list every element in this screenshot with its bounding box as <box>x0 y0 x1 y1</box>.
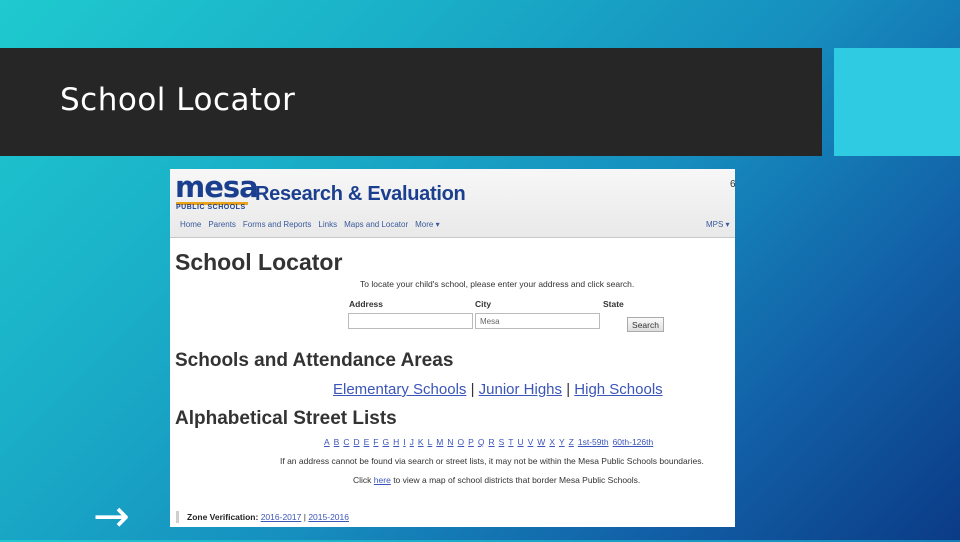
slide-title: School Locator <box>60 82 296 118</box>
letter-link[interactable]: O <box>458 437 465 447</box>
letter-link[interactable]: W <box>537 437 545 447</box>
website-screenshot: mesa PUBLIC SCHOOLS Research & Evaluatio… <box>170 169 735 527</box>
nav-parents[interactable]: Parents <box>208 220 236 229</box>
link-separator: | <box>470 381 475 398</box>
letter-link[interactable]: N <box>447 437 453 447</box>
site-header: mesa PUBLIC SCHOOLS Research & Evaluatio… <box>170 169 735 238</box>
letter-link[interactable]: F <box>373 437 378 447</box>
search-button[interactable]: Search <box>627 317 664 332</box>
letter-link[interactable]: K <box>418 437 424 447</box>
locator-instructions: To locate your child's school, please en… <box>360 279 635 289</box>
letter-link[interactable]: V <box>528 437 534 447</box>
letter-link[interactable]: M <box>436 437 443 447</box>
letter-link[interactable]: I <box>403 437 405 447</box>
junior-highs-link[interactable]: Junior Highs <box>479 381 562 398</box>
letter-link[interactable]: J <box>410 437 414 447</box>
elementary-schools-link[interactable]: Elementary Schools <box>333 381 466 398</box>
letter-link[interactable]: Z <box>569 437 574 447</box>
department-title: Research & Evaluation <box>255 183 466 205</box>
border-map-note: Click here to view a map of school distr… <box>353 475 640 485</box>
letter-link[interactable]: U <box>517 437 523 447</box>
site-nav: Home Parents Forms and Reports Links Map… <box>180 220 440 229</box>
mesa-logo[interactable]: mesa <box>175 172 259 202</box>
nav-forms-and-reports[interactable]: Forms and Reports <box>243 220 311 229</box>
letter-link[interactable]: Q <box>478 437 485 447</box>
here-link[interactable]: here <box>374 475 391 485</box>
address-label: Address <box>349 299 384 309</box>
letter-link[interactable]: R <box>488 437 494 447</box>
letter-link[interactable]: G <box>383 437 390 447</box>
zone-separator: | <box>303 512 306 522</box>
nav-home[interactable]: Home <box>180 220 201 229</box>
letter-link[interactable]: C <box>343 437 349 447</box>
not-found-note: If an address cannot be found via search… <box>280 456 704 466</box>
letter-link[interactable]: A <box>324 437 330 447</box>
letter-link[interactable]: E <box>364 437 370 447</box>
state-label: State <box>603 299 624 309</box>
letter-link[interactable]: D <box>353 437 359 447</box>
locator-heading: School Locator <box>175 249 343 275</box>
letter-link[interactable]: T <box>508 437 513 447</box>
slide-accent-block <box>834 48 960 156</box>
letter-link[interactable]: H <box>393 437 399 447</box>
letter-link[interactable]: P <box>468 437 474 447</box>
logo-subtext: PUBLIC SCHOOLS <box>176 204 246 211</box>
address-input[interactable] <box>348 313 473 329</box>
attendance-heading: Schools and Attendance Areas <box>175 350 454 371</box>
letter-link[interactable]: B <box>334 437 340 447</box>
zone-verification: Zone Verification: 2016-2017 | 2015-2016 <box>176 511 349 523</box>
letter-link[interactable]: X <box>549 437 555 447</box>
school-type-links: Elementary Schools | Junior Highs | High… <box>333 381 663 398</box>
zone-2015-2016-link[interactable]: 2015-2016 <box>308 512 349 522</box>
city-label: City <box>475 299 492 309</box>
link-separator: | <box>566 381 571 398</box>
alphabet-links: A B C D E F G H I J K L M N O P Q R S T … <box>324 437 653 447</box>
zone-2016-2017-link[interactable]: 2016-2017 <box>261 512 302 522</box>
numbered-streets-link[interactable]: 1st-59th <box>578 437 609 447</box>
street-lists-heading: Alphabetical Street Lists <box>175 408 397 429</box>
zone-label: Zone Verification: <box>187 512 259 522</box>
letter-link[interactable]: S <box>499 437 505 447</box>
nav-links[interactable]: Links <box>318 220 337 229</box>
right-arrow-icon: → <box>93 491 130 542</box>
note-rest-text: to view a map of school districts that b… <box>393 475 641 485</box>
header-corner-text: 6 <box>730 179 735 190</box>
letter-link[interactable]: L <box>428 437 433 447</box>
note-click-text: Click <box>353 475 372 485</box>
nav-more-dropdown[interactable]: More ▾ <box>415 220 439 229</box>
city-input[interactable]: Mesa <box>475 313 600 329</box>
nav-mps-dropdown[interactable]: MPS ▾ <box>706 220 730 229</box>
letter-link[interactable]: Y <box>559 437 565 447</box>
numbered-streets-link[interactable]: 60th-126th <box>613 437 654 447</box>
nav-maps-and-locator[interactable]: Maps and Locator <box>344 220 408 229</box>
high-schools-link[interactable]: High Schools <box>574 381 662 398</box>
